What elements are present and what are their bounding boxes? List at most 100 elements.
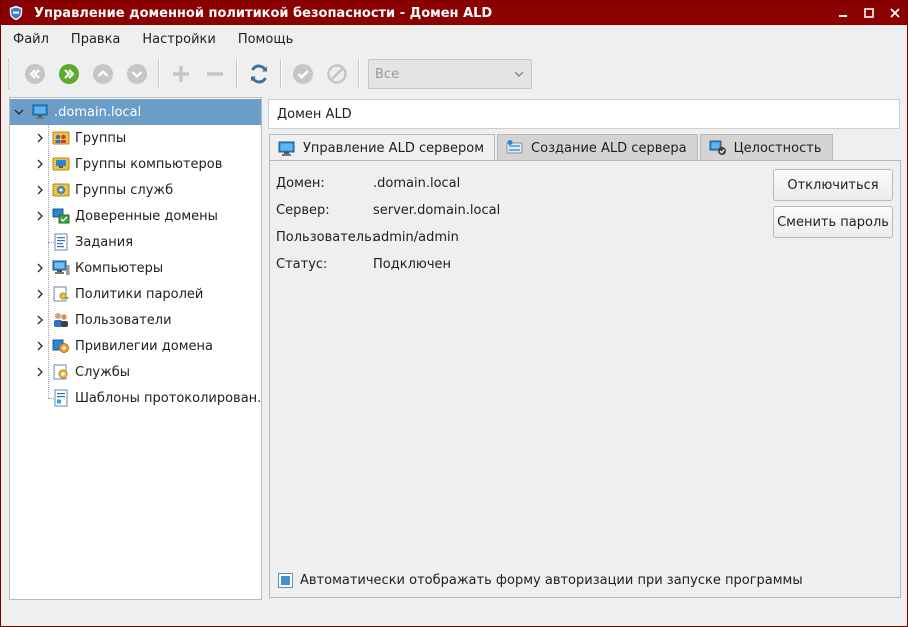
domain-privileges-icon	[52, 339, 69, 353]
move-up-button[interactable]	[88, 59, 118, 89]
tab-panel-ald-server-management: Домен: .domain.local Сервер: server.doma…	[269, 160, 901, 598]
tree-item-password-policies[interactable]: Политики паролей	[10, 281, 261, 307]
tab-ald-server-creation[interactable]: Создание ALD сервера	[497, 134, 698, 161]
remove-button[interactable]	[200, 59, 230, 89]
auto-login-option[interactable]: Автоматически отображать форму авторизац…	[278, 573, 803, 588]
chevron-right-icon	[37, 159, 43, 169]
cancel-icon	[327, 64, 347, 84]
chevron-down-icon	[127, 64, 147, 84]
tab-ald-server-management[interactable]: Управление ALD сервером	[269, 134, 496, 162]
chevron-right-icon	[37, 315, 44, 325]
tree-item-groups[interactable]: Группы	[10, 125, 261, 151]
minimize-icon	[839, 15, 847, 17]
tree-item-services[interactable]: Службы	[10, 359, 261, 385]
server-value: server.domain.local	[373, 203, 501, 218]
menu-file[interactable]: Файл	[3, 29, 59, 51]
tree-item-label: Привилегии домена	[75, 338, 213, 354]
chevron-down-icon	[14, 109, 24, 115]
chevron-right-icon	[37, 367, 43, 377]
window-title: Управление доменной политикой безопаснос…	[34, 5, 493, 21]
chevron-right-icon	[37, 341, 43, 351]
tree-item-computers[interactable]: Компьютеры	[10, 255, 261, 281]
chevron-up-icon	[93, 64, 113, 84]
tab-label: Управление ALD сервером	[303, 141, 485, 156]
users-icon	[54, 313, 68, 327]
tree-item-service-groups[interactable]: Группы служб	[10, 177, 261, 203]
logging-templates-icon	[54, 389, 68, 407]
menu-bar: Файл Правка Настройки Помощь	[1, 29, 907, 51]
minimize-button[interactable]	[831, 1, 855, 25]
services-icon	[53, 364, 68, 380]
maximize-icon	[864, 8, 874, 18]
tab-bar: Управление ALD сервером Создание ALD сер…	[269, 134, 835, 162]
chevron-right-icon	[37, 211, 43, 221]
double-right-icon	[59, 64, 79, 84]
domain-tree: .domain.local Группы Группы компьютеров …	[9, 97, 262, 600]
toolbar-handle[interactable]	[8, 59, 14, 89]
app-window: Управление доменной политикой безопаснос…	[0, 0, 908, 627]
integrity-icon	[709, 140, 726, 155]
maximize-button[interactable]	[857, 1, 881, 25]
auto-login-label: Автоматически отображать форму авторизац…	[300, 573, 803, 588]
filter-select-value: Все	[375, 66, 400, 82]
tab-label: Целостность	[733, 140, 822, 156]
shield-app-icon	[9, 5, 23, 21]
domain-computer-icon	[32, 104, 48, 119]
disconnect-button[interactable]: Отключиться	[773, 169, 893, 201]
toolbar-separator	[158, 59, 160, 89]
computers-icon	[52, 260, 70, 275]
cancel-button[interactable]	[322, 59, 352, 89]
section-header-text: Домен ALD	[277, 106, 352, 122]
create-server-icon	[506, 140, 523, 154]
refresh-icon	[251, 64, 267, 84]
close-button[interactable]	[883, 1, 907, 25]
menu-edit[interactable]: Правка	[61, 29, 130, 51]
tree-item-computer-groups[interactable]: Группы компьютеров	[10, 151, 261, 177]
tree-item-label: Компьютеры	[75, 260, 164, 276]
refresh-button[interactable]	[244, 59, 274, 89]
checkbox-checked-indicator	[281, 576, 290, 585]
chevron-right-icon	[37, 263, 43, 273]
tree-item-logging-templates[interactable]: Шаблоны протоколирован...	[10, 385, 261, 411]
tab-integrity[interactable]: Целостность	[699, 134, 833, 161]
chevron-right-icon	[37, 185, 43, 195]
tree-item-label: Группы	[75, 130, 127, 146]
plus-icon	[173, 66, 189, 82]
trusted-domains-icon	[52, 208, 70, 224]
toolbar-separator	[280, 59, 282, 89]
menu-help[interactable]: Помощь	[228, 29, 303, 51]
service-groups-icon	[52, 183, 70, 197]
section-header: Домен ALD	[268, 99, 900, 129]
tree-item-label: Службы	[75, 364, 131, 380]
chevron-right-icon	[37, 289, 43, 299]
minus-icon	[207, 72, 223, 76]
first-button[interactable]	[20, 59, 50, 89]
apply-button[interactable]	[288, 59, 318, 89]
tree-root[interactable]: .domain.local	[10, 99, 261, 125]
toolbar-separator	[358, 59, 360, 89]
filter-select[interactable]: Все	[368, 59, 532, 89]
tree-item-label: Задания	[75, 234, 134, 250]
change-password-button[interactable]: Сменить пароль	[773, 206, 893, 238]
password-policies-icon	[53, 286, 69, 302]
close-icon	[890, 8, 900, 18]
menu-settings[interactable]: Настройки	[132, 29, 225, 51]
tree-item-users[interactable]: Пользователи	[10, 307, 261, 333]
title-bar[interactable]: Управление доменной политикой безопаснос…	[1, 1, 907, 25]
tree-item-trusted-domains[interactable]: Доверенные домены	[10, 203, 261, 229]
add-button[interactable]	[166, 59, 196, 89]
auto-login-checkbox[interactable]	[278, 573, 293, 588]
computer-groups-icon	[52, 157, 70, 171]
server-label: Сервер:	[276, 203, 330, 218]
check-icon	[293, 64, 313, 84]
tree-item-domain-privileges[interactable]: Привилегии домена	[10, 333, 261, 359]
next-button[interactable]	[54, 59, 84, 89]
double-left-icon	[25, 64, 45, 84]
tree-item-tasks[interactable]: Задания	[10, 229, 261, 255]
user-value: admin/admin	[373, 230, 459, 245]
move-down-button[interactable]	[122, 59, 152, 89]
server-monitor-icon	[278, 141, 295, 156]
tab-label: Создание ALD сервера	[531, 140, 687, 156]
status-label: Статус:	[276, 257, 328, 272]
groups-icon	[52, 131, 70, 145]
